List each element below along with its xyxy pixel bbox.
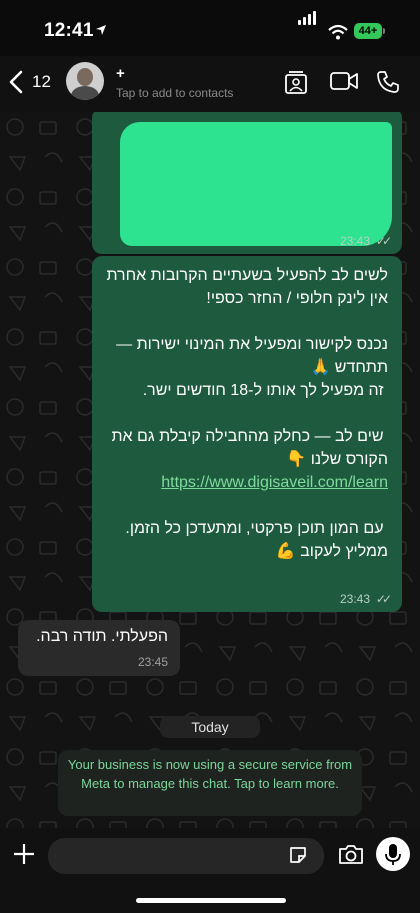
redaction-overlay [120, 122, 392, 246]
battery-indicator: 44+ [354, 23, 382, 39]
message-text: לשים לב להפעיל בשעתיים הקרובות אחרת אין … [98, 264, 388, 563]
message-time: 23:45 [137, 655, 168, 669]
message-body-2: עם המון תוכן פרקטי, ומתעדכן כל הזמן. ממל… [125, 520, 388, 560]
plus-icon[interactable] [12, 842, 36, 866]
battery-tip [383, 28, 385, 34]
avatar[interactable] [66, 62, 104, 100]
unread-count[interactable]: 12 [32, 72, 51, 92]
system-message[interactable]: Your business is now using a secure serv… [58, 750, 362, 816]
microphone-button[interactable] [376, 837, 410, 871]
camera-icon[interactable] [338, 843, 364, 865]
contact-name[interactable]: + [116, 65, 125, 82]
outgoing-message[interactable]: 23:43 ✓✓ [92, 112, 402, 254]
contact-subtitle[interactable]: Tap to add to contacts [116, 86, 233, 100]
incoming-message[interactable]: הפעלתי. תודה רבה. 23:45 [18, 620, 180, 676]
message-link[interactable]: https://www.digisaveil.com/learn [98, 471, 388, 494]
clock: 12:41 [44, 20, 94, 41]
back-chevron-icon[interactable] [8, 70, 24, 94]
microphone-icon [385, 844, 401, 865]
video-call-icon[interactable] [330, 70, 358, 92]
message-time: 23:43 [339, 234, 370, 248]
message-input[interactable] [48, 838, 324, 874]
wifi-icon [328, 24, 348, 40]
read-ticks-icon: ✓✓ [375, 234, 392, 248]
chat-header: 12 + Tap to add to contacts [0, 56, 420, 113]
outgoing-message[interactable]: לשים לב להפעיל בשעתיים הקרובות אחרת אין … [92, 256, 402, 612]
date-divider: Today [160, 716, 260, 738]
location-arrow-icon [96, 25, 106, 35]
sticker-icon[interactable] [288, 845, 308, 865]
home-indicator [136, 898, 286, 903]
message-time: 23:43 [339, 592, 370, 606]
read-ticks-icon: ✓✓ [375, 592, 392, 606]
chat-area[interactable]: 23:43 ✓✓ לשים לב להפעיל בשעתיים הקרובות … [0, 112, 420, 828]
composer-bar [0, 828, 420, 913]
contact-card-icon[interactable] [284, 70, 308, 96]
message-body: לשים לב להפעיל בשעתיים הקרובות אחרת אין … [106, 267, 388, 468]
message-text: הפעלתי. תודה רבה. [36, 628, 168, 645]
phone-call-icon[interactable] [376, 70, 400, 94]
status-bar: 12:41 44+ [0, 0, 420, 56]
